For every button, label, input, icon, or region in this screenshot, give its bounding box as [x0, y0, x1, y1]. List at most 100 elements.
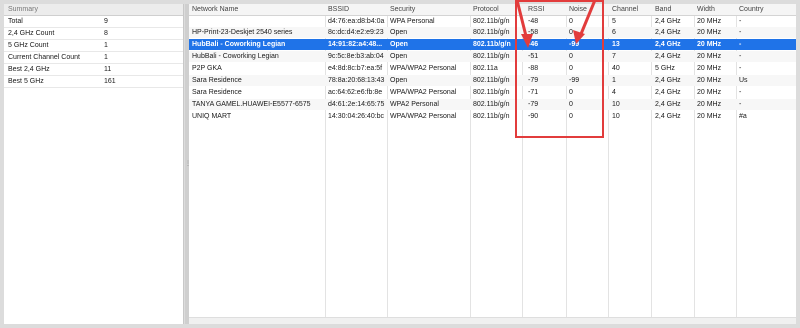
summary-label: Current Channel Count [8, 54, 80, 61]
table-row[interactable]: Sara Residence ac:64:62:e6:fb:8e WPA/WPA… [189, 87, 796, 98]
cell-security: WPA2 Personal [390, 101, 439, 108]
cell-band: 2,4 GHz [655, 89, 681, 96]
cell-channel: 5 [612, 18, 616, 25]
cell-channel: 40 [612, 65, 620, 72]
cell-channel: 13 [612, 41, 620, 48]
cell-rssi: -48 [528, 18, 539, 25]
cell-rssi: -79 [528, 77, 539, 84]
table-row[interactable]: TANYA GAMEL.HUAWEI-E5577-6575 d4:61:2e:1… [189, 99, 796, 110]
column-header-width[interactable]: Width [697, 4, 735, 15]
cell-security: Open [390, 77, 408, 84]
column-header-noise[interactable]: Noise [569, 4, 607, 15]
cell-width: 20 MHz [697, 65, 722, 72]
table-row[interactable]: UNIQ MART 14:30:04:26:40:bc WPA/WPA2 Per… [189, 111, 796, 122]
summary-row-total[interactable]: Total 9 [4, 16, 183, 28]
cell-network-name: Sara Residence [192, 89, 242, 96]
cell-protocol: 802.11b/g/n [473, 29, 510, 36]
cell-country: - [739, 18, 742, 25]
cell-country: #a [739, 113, 747, 120]
cell-protocol: 802.11b/g/n [473, 41, 511, 48]
horizontal-scrollbar[interactable] [189, 317, 796, 324]
summary-label: Total [8, 18, 23, 25]
summary-label: 2,4 GHz Count [8, 30, 55, 37]
cell-bssid: 78:8a:20:68:13:43 [328, 77, 385, 84]
cell-width: 20 MHz [697, 77, 722, 84]
cell-channel: 4 [612, 89, 616, 96]
cell-rssi: -46 [528, 41, 539, 48]
cell-rssi: -51 [528, 53, 539, 60]
column-header-protocol[interactable]: Protocol [473, 4, 521, 15]
column-header-rssi[interactable]: RSSI [528, 4, 564, 15]
cell-protocol: 802.11b/g/n [473, 53, 510, 60]
cell-protocol: 802.11a [473, 65, 498, 72]
cell-protocol: 802.11b/g/n [473, 77, 510, 84]
cell-band: 2,4 GHz [655, 29, 681, 36]
cell-width: 20 MHz [697, 89, 722, 96]
summary-row-5ghz-count[interactable]: 5 GHz Count 1 [4, 40, 183, 52]
table-row[interactable]: d4:76:ea:d8:b4:0a WPA Personal 802.11b/g… [189, 16, 796, 27]
cell-band: 2,4 GHz [655, 41, 681, 48]
cell-bssid: 14:91:82:a4:48... [328, 41, 383, 48]
column-header-bssid[interactable]: BSSID [328, 4, 386, 15]
cell-country: - [739, 101, 742, 108]
table-row-selected[interactable]: HubBali - Coworking Legian 14:91:82:a4:4… [189, 39, 796, 50]
cell-protocol: 802.11b/g/n [473, 89, 510, 96]
cell-country: Us [739, 77, 748, 84]
summary-value: 8 [104, 30, 108, 37]
cell-width: 20 MHz [697, 41, 722, 48]
cell-protocol: 802.11b/g/n [473, 101, 510, 108]
summary-value: 1 [104, 54, 108, 61]
cell-country: - [739, 41, 742, 48]
cell-noise: 0 [569, 29, 573, 36]
cell-rssi: -90 [528, 113, 539, 120]
column-header-network-name[interactable]: Network Name [192, 4, 322, 15]
cell-noise: 0 [569, 53, 573, 60]
summary-row-best-5ghz[interactable]: Best 5 GHz 161 [4, 76, 183, 88]
cell-bssid: d4:61:2e:14:65:75 [328, 101, 385, 108]
cell-channel: 1 [612, 77, 616, 84]
summary-value: 1 [104, 42, 108, 49]
summary-row-best-24ghz[interactable]: Best 2,4 GHz 11 [4, 64, 183, 76]
cell-noise: -99 [569, 41, 580, 48]
cell-channel: 10 [612, 101, 620, 108]
cell-security: WPA Personal [390, 18, 435, 25]
summary-value: 161 [104, 78, 116, 85]
table-row[interactable]: P2P GKA e4:8d:8c:b7:ea:5f WPA/WPA2 Perso… [189, 63, 796, 74]
cell-network-name: Sara Residence [192, 77, 242, 84]
cell-noise: -99 [569, 77, 580, 84]
cell-security: WPA/WPA2 Personal [390, 113, 457, 120]
table-row[interactable]: HubBali - Coworking Legian 9c:5c:8e:b3:a… [189, 51, 796, 62]
column-header-security[interactable]: Security [390, 4, 468, 15]
cell-security: Open [390, 53, 408, 60]
cell-bssid: e4:8d:8c:b7:ea:5f [328, 65, 383, 72]
column-header-band[interactable]: Band [655, 4, 693, 15]
table-row[interactable]: Sara Residence 78:8a:20:68:13:43 Open 80… [189, 75, 796, 86]
summary-row-24ghz-count[interactable]: 2,4 GHz Count 8 [4, 28, 183, 40]
summary-label: Best 5 GHz [8, 78, 44, 85]
network-table: Network Name BSSID Security Protocol RSS… [189, 4, 796, 324]
cell-band: 5 GHz [655, 65, 675, 72]
cell-rssi: -88 [528, 65, 539, 72]
cell-bssid: 14:30:04:26:40:bc [328, 113, 385, 120]
cell-security: Open [390, 41, 408, 48]
column-header-country[interactable]: Country [739, 4, 794, 15]
table-header: Network Name BSSID Security Protocol RSS… [189, 4, 796, 16]
cell-rssi: -71 [528, 89, 539, 96]
cell-noise: 0 [569, 65, 573, 72]
cell-rssi: -58 [528, 29, 539, 36]
cell-network-name: HubBali - Coworking Legian [192, 53, 279, 60]
cell-channel: 6 [612, 29, 616, 36]
cell-width: 20 MHz [697, 113, 722, 120]
cell-width: 20 MHz [697, 101, 722, 108]
table-row[interactable]: HP-Print-23-Deskjet 2540 series 8c:dc:d4… [189, 27, 796, 38]
summary-row-current-channel-count[interactable]: Current Channel Count 1 [4, 52, 183, 64]
cell-country: - [739, 65, 742, 72]
column-header-channel[interactable]: Channel [612, 4, 650, 15]
cell-security: WPA/WPA2 Personal [390, 65, 457, 72]
cell-network-name: TANYA GAMEL.HUAWEI-E5577-6575 [192, 101, 311, 108]
cell-band: 2,4 GHz [655, 101, 681, 108]
summary-header: Summary [4, 4, 183, 16]
cell-security: WPA/WPA2 Personal [390, 89, 457, 96]
summary-value: 9 [104, 18, 108, 25]
summary-label: 5 GHz Count [8, 42, 49, 49]
